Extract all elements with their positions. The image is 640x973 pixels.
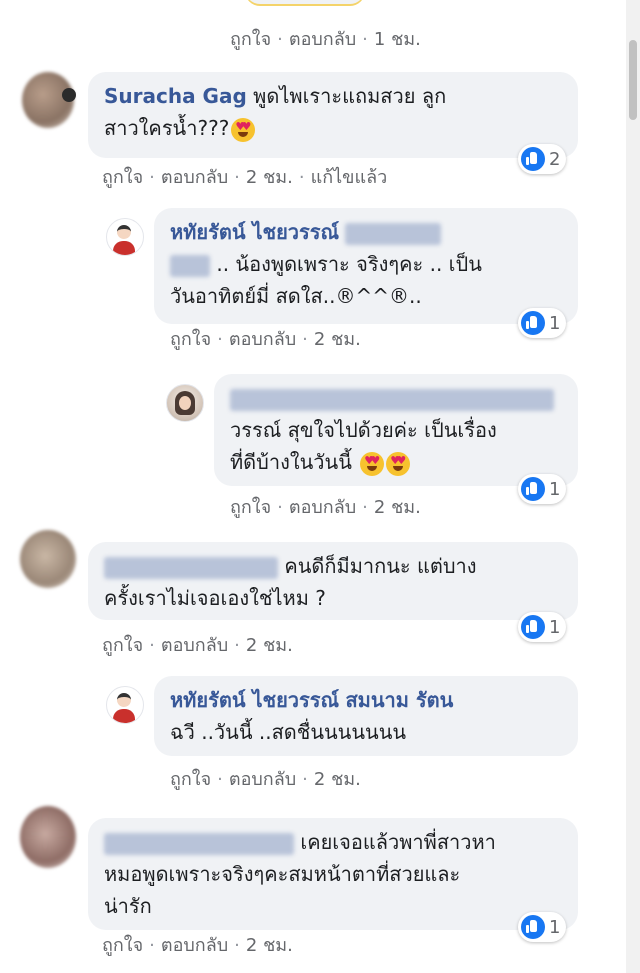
comment-actions: ถูกใจ · ตอบกลับ · 2 ชม. xyxy=(170,324,361,353)
reply-link[interactable]: ตอบกลับ xyxy=(161,935,228,956)
comment-actions: ถูกใจ · ตอบกลับ · 2 ชม. xyxy=(102,930,293,959)
comment-text-line2: ครั้งเราไม่เจอเองใช่ไหม ? xyxy=(104,586,326,610)
heart-eyes-emoji-icon xyxy=(360,451,385,476)
reaction-count[interactable]: 1 xyxy=(518,474,567,504)
comment-author[interactable]: Suracha Gag xyxy=(104,84,247,108)
like-count: 1 xyxy=(549,312,561,334)
like-link[interactable]: ถูกใจ xyxy=(102,635,143,656)
timestamp[interactable]: 2 ชม. xyxy=(246,635,293,656)
timestamp[interactable]: 2 ชม. xyxy=(374,497,421,518)
separator: · xyxy=(277,497,283,518)
separator: · xyxy=(234,167,240,188)
comment-actions: ถูกใจ · ตอบกลับ · 2 ชม. xyxy=(170,764,361,793)
like-count: 2 xyxy=(549,148,561,170)
like-icon xyxy=(521,915,545,939)
scrollbar[interactable] xyxy=(626,0,640,973)
like-link[interactable]: ถูกใจ xyxy=(102,167,143,188)
blurred-name xyxy=(104,832,294,855)
reaction-count[interactable]: 1 xyxy=(518,308,567,338)
reaction-count[interactable]: 1 xyxy=(518,612,567,642)
heart-eyes-emoji-icon xyxy=(231,117,256,142)
separator: · xyxy=(362,497,368,518)
like-link[interactable]: ถูกใจ xyxy=(170,329,211,350)
like-link[interactable]: ถูกใจ xyxy=(170,769,211,790)
edited-label[interactable]: แก้ไขแล้ว xyxy=(311,167,388,188)
reply-link[interactable]: ตอบกลับ xyxy=(229,769,296,790)
avatar-edge xyxy=(62,88,76,102)
comment-text-line2: หมอพูดเพราะจริงๆคะสมหน้าตาที่สวยและ xyxy=(104,862,461,886)
comment-bubble: เคยเจอแล้วพาพี่สาวหา หมอพูดเพราะจริงๆคะส… xyxy=(88,818,578,930)
reply-link[interactable]: ตอบกลับ xyxy=(289,497,356,518)
comment-text: พูดไพเราะแถมสวย ลูก xyxy=(253,84,447,108)
like-icon xyxy=(521,147,545,171)
reaction-count[interactable]: 2 xyxy=(518,144,567,174)
separator: · xyxy=(149,167,155,188)
reaction-count[interactable]: 1 xyxy=(518,912,567,942)
heart-eyes-emoji-icon xyxy=(386,451,411,476)
separator: · xyxy=(149,935,155,956)
comment-text-line3: น่ารัก xyxy=(104,894,152,918)
avatar[interactable] xyxy=(20,530,76,588)
comment-author[interactable]: หทัยรัตน์ ไชยวรรณ์ xyxy=(170,220,339,244)
like-count: 1 xyxy=(549,478,561,500)
separator: · xyxy=(302,329,308,350)
separator: · xyxy=(302,769,308,790)
avatar[interactable] xyxy=(20,806,76,868)
comment-bubble: Suracha Gag พูดไพเราะแถมสวย ลูก สาวใครน้… xyxy=(88,72,578,158)
reply-link[interactable]: ตอบกลับ xyxy=(161,167,228,188)
like-icon xyxy=(521,477,545,501)
like-count: 1 xyxy=(549,916,561,938)
comment-text-line2: สาวใครน้ำ??? xyxy=(104,116,230,140)
blurred-name xyxy=(230,388,554,411)
avatar[interactable] xyxy=(106,686,144,724)
like-link[interactable]: ถูกใจ xyxy=(230,497,271,518)
comment-actions: ถูกใจ · ตอบกลับ · 2 ชม. · แก้ไขแล้ว xyxy=(102,162,387,191)
like-link[interactable]: ถูกใจ xyxy=(102,935,143,956)
scrollbar-thumb[interactable] xyxy=(629,40,637,120)
timestamp[interactable]: 2 ชม. xyxy=(314,769,361,790)
separator: · xyxy=(217,329,223,350)
comment-author[interactable]: หทัยรัตน์ ไชยวรรณ์ xyxy=(170,688,339,712)
comment-bubble: หทัยรัตน์ ไชยวรรณ์ .. น้องพูดเพราะ จริงๆ… xyxy=(154,208,578,324)
comment-text-line2: วันอาทิตย์มี่ สดใส..®^^®.. xyxy=(170,284,422,308)
comment-text: เคยเจอแล้วพาพี่สาวหา xyxy=(300,830,496,854)
comment-text: .. น้องพูดเพราะ จริงๆคะ .. เป็น xyxy=(216,252,482,276)
comment-mention[interactable]: สมนาม รัตน xyxy=(345,688,453,712)
reply-link[interactable]: ตอบกลับ xyxy=(161,635,228,656)
comment-bubble: หทัยรัตน์ ไชยวรรณ์ สมนาม รัตน ฉวี ..วันน… xyxy=(154,676,578,756)
comment-bubble-top xyxy=(245,0,365,4)
timestamp[interactable]: 1 ชม. xyxy=(374,29,421,50)
blurred-name xyxy=(345,222,442,245)
comment-bubble: คนดีก็มีมากนะ แต่บาง ครั้งเราไม่เจอเองใช… xyxy=(88,542,578,620)
separator: · xyxy=(234,635,240,656)
comment-bubble: วรรณ์ สุขใจไปด้วยค่ะ เป็นเรื่อง ที่ดีบ้า… xyxy=(214,374,578,486)
comment-actions: ถูกใจ · ตอบกลับ · 2 ชม. xyxy=(102,630,293,659)
separator: · xyxy=(149,635,155,656)
separator: · xyxy=(298,167,305,188)
like-count: 1 xyxy=(549,616,561,638)
blurred-name xyxy=(170,254,210,277)
separator: · xyxy=(217,769,223,790)
comment-text: วรรณ์ สุขใจไปด้วยค่ะ เป็นเรื่อง xyxy=(230,418,497,442)
like-link[interactable]: ถูกใจ xyxy=(230,29,271,50)
like-icon xyxy=(521,311,545,335)
avatar[interactable] xyxy=(166,384,204,422)
avatar[interactable] xyxy=(106,218,144,256)
timestamp[interactable]: 2 ชม. xyxy=(314,329,361,350)
timestamp[interactable]: 2 ชม. xyxy=(246,167,293,188)
separator: · xyxy=(362,29,368,50)
blurred-name xyxy=(104,556,278,579)
timestamp[interactable]: 2 ชม. xyxy=(246,935,293,956)
reply-link[interactable]: ตอบกลับ xyxy=(289,29,356,50)
reply-link[interactable]: ตอบกลับ xyxy=(229,329,296,350)
comment-actions: ถูกใจ · ตอบกลับ · 2 ชม. xyxy=(230,492,421,521)
comment-actions-top: ถูกใจ · ตอบกลับ · 1 ชม. xyxy=(230,24,421,53)
separator: · xyxy=(234,935,240,956)
separator: · xyxy=(277,29,283,50)
comment-text-line2: ฉวี ..วันนี้ ..สดชื่นนนนนนน xyxy=(170,720,407,744)
like-icon xyxy=(521,615,545,639)
comment-text-line2: ที่ดีบ้างในวันนี้ xyxy=(230,450,352,474)
comment-text: คนดีก็มีมากนะ แต่บาง xyxy=(284,554,477,578)
